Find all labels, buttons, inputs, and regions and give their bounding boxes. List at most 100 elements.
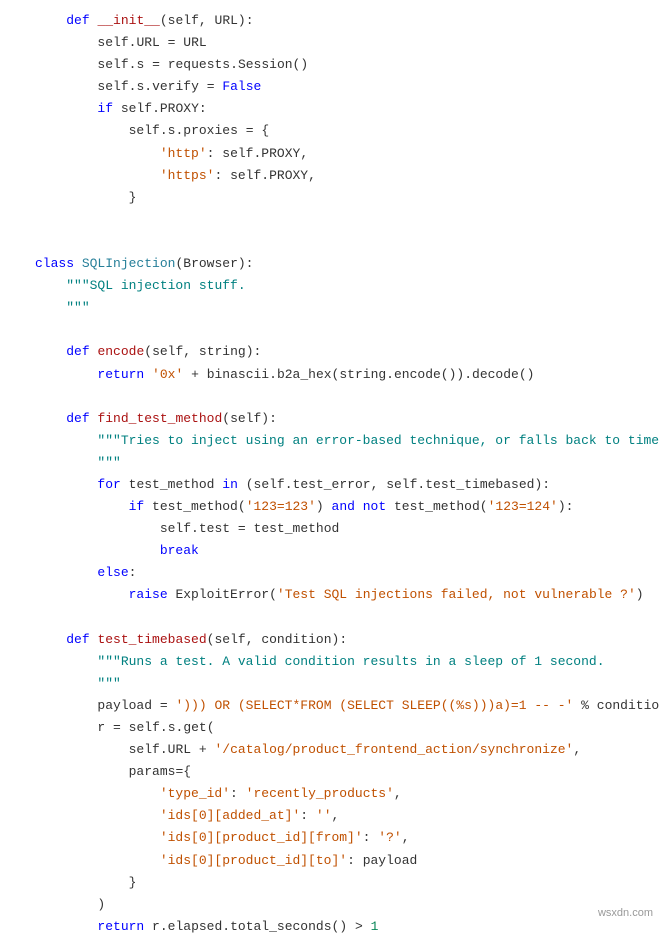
token-name: s [168,720,176,735]
token-punc: . [160,742,168,757]
token-name: r [152,919,160,934]
token-kw: raise [129,587,168,602]
token-punc: = [207,79,215,94]
token-kw: return [97,367,144,382]
token-punc: . [285,477,293,492]
token-punc: % [581,698,589,713]
token-str: '?' [378,830,401,845]
token-punc: , [183,344,191,359]
token-str: '123=124' [488,499,558,514]
token-name: self [97,57,128,72]
token-str: 'http' [160,146,207,161]
token-name: test [199,521,230,536]
token-punc: . [269,367,277,382]
token-name: PROXY [160,101,199,116]
token-str: 'recently_products' [246,786,394,801]
token-num: 1 [371,919,379,934]
token-punc: ( [160,13,168,28]
token-kw: break [160,543,199,558]
token-punc: ( [269,587,277,602]
token-kw: def [66,13,89,28]
token-name: binascii [207,367,269,382]
token-doc: """SQL injection stuff. [66,278,245,293]
token-str: '0x' [152,367,183,382]
token-punc: ): [332,632,348,647]
token-name: self [121,101,152,116]
token-str: '' [316,808,332,823]
token-punc: ): [238,256,254,271]
token-fn: encode [97,344,144,359]
token-name: PROXY [269,168,308,183]
token-punc: ) [636,587,644,602]
token-kw: in [222,477,238,492]
token-name: self [214,632,245,647]
token-punc: = [246,123,254,138]
token-punc: . [230,57,238,72]
token-punc: , [199,13,207,28]
token-name: self [386,477,417,492]
token-punc: ( [207,720,215,735]
token-punc: ) [97,897,105,912]
token-name: string [339,367,386,382]
token-punc: ={ [175,764,191,779]
token-str: 'ids[0][product_id][from]' [160,830,363,845]
token-punc: ( [144,344,152,359]
token-kw: else [97,565,128,580]
token-cls: SQLInjection [82,256,176,271]
token-name: encode [394,367,441,382]
code-block: def __init__(self, URL): self.URL = URL … [0,0,660,948]
token-name: condition [597,698,660,713]
token-kw: class [35,256,74,271]
token-name: payload [363,853,418,868]
token-punc: ( [238,499,246,514]
token-punc: = [168,35,176,50]
token-name: self [129,720,160,735]
token-name: self [222,146,253,161]
token-name: s [136,57,144,72]
token-punc: . [152,101,160,116]
token-name: PROXY [261,146,300,161]
token-punc: . [160,919,168,934]
token-name: test_method [254,521,340,536]
token-punc: , [573,742,581,757]
token-name: URL [136,35,159,50]
token-doc: """ [97,455,120,470]
token-name: total_seconds [230,919,331,934]
token-punc: : [199,101,207,116]
token-punc: ): [238,13,254,28]
token-name: self [152,344,183,359]
token-name: URL [168,742,191,757]
token-name: Browser [183,256,238,271]
token-kw: def [66,632,89,647]
token-kw: and [332,499,355,514]
token-name: test_timebased [425,477,534,492]
token-fn: test_timebased [97,632,206,647]
token-name: ExploitError [175,587,269,602]
token-punc: = [152,57,160,72]
token-str: 'ids[0][added_at]' [160,808,300,823]
token-str: 'https' [160,168,215,183]
token-punc: = [238,521,246,536]
token-punc: ): [246,344,262,359]
token-punc: . [261,168,269,183]
token-punc: : [300,808,308,823]
token-kw: return [97,919,144,934]
token-punc: . [160,720,168,735]
token-punc: () [519,367,535,382]
token-punc: , [332,808,340,823]
token-punc: : [347,853,355,868]
token-kw: def [66,411,89,426]
token-punc: = [160,698,168,713]
token-punc: ) [316,499,324,514]
token-name: self [168,13,199,28]
token-punc: : [214,168,222,183]
token-name: self [129,742,160,757]
token-name: condition [261,632,331,647]
token-kw: False [222,79,261,94]
token-name: test_method [152,499,238,514]
token-punc: : [230,786,238,801]
token-punc: . [191,521,199,536]
token-kw: not [363,499,386,514]
token-name: b2a_hex [277,367,332,382]
token-name: r [97,720,105,735]
